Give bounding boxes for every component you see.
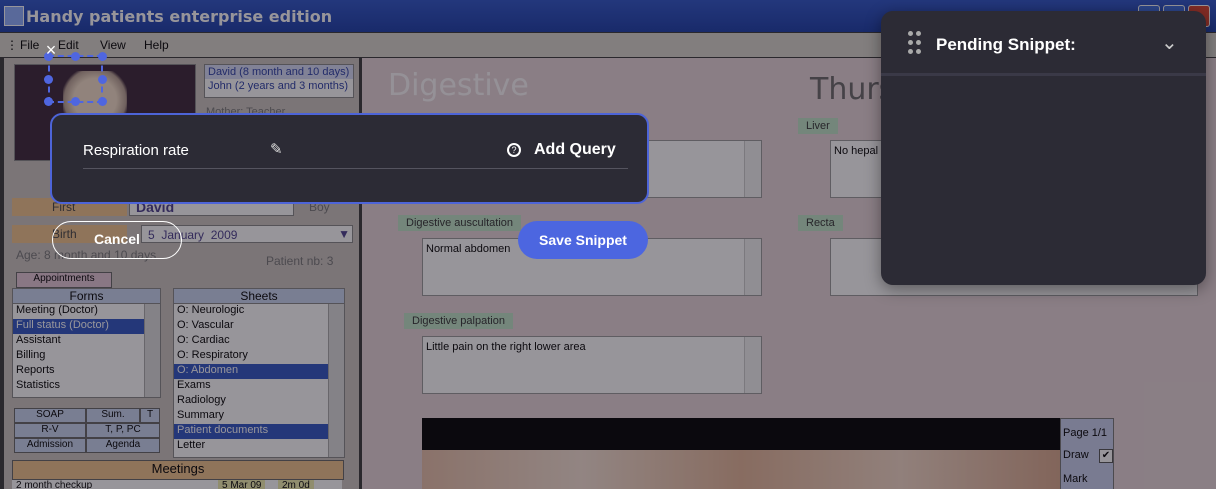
resize-handle[interactable] <box>98 97 107 106</box>
pending-snippet-panel: Pending Snippet: ⌄ <box>881 11 1206 285</box>
snippet-divider <box>83 168 628 169</box>
resize-handle[interactable] <box>44 97 53 106</box>
resize-handle[interactable] <box>71 97 80 106</box>
add-query-button[interactable]: Add Query <box>534 141 616 159</box>
chevron-down-icon[interactable]: ⌄ <box>1161 30 1178 55</box>
selection-box[interactable] <box>48 55 103 103</box>
resize-handle[interactable] <box>98 75 107 84</box>
save-snippet-button[interactable]: Save Snippet <box>518 221 648 259</box>
snippet-field-name[interactable]: Respiration rate <box>83 142 189 159</box>
cancel-button[interactable]: Cancel <box>52 221 182 259</box>
pending-divider <box>881 73 1206 76</box>
close-icon[interactable]: × <box>40 39 62 61</box>
resize-handle[interactable] <box>98 52 107 61</box>
query-bubble-icon[interactable]: ? <box>507 143 521 157</box>
resize-handle[interactable] <box>44 75 53 84</box>
snippet-card: Respiration rate ✎ ? Add Query <box>50 113 649 204</box>
drag-handle-icon[interactable] <box>908 31 922 55</box>
pending-title: Pending Snippet: <box>936 35 1076 54</box>
resize-handle[interactable] <box>71 52 80 61</box>
pencil-icon[interactable]: ✎ <box>270 140 283 158</box>
